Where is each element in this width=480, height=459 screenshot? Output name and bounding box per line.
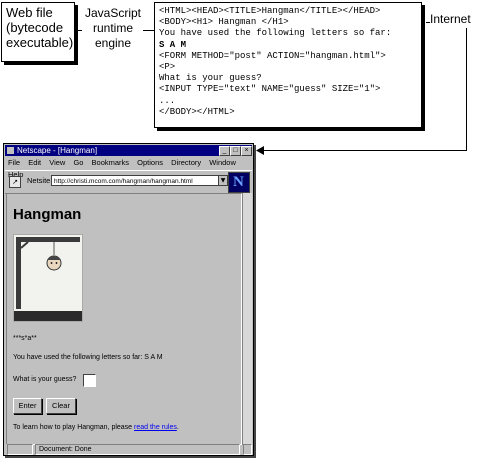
status-text: Document: Done <box>35 444 240 455</box>
html-output-box: <HTML><HEAD><TITLE>Hangman</TITLE></HEAD… <box>154 2 422 128</box>
menu-file[interactable]: File <box>8 158 20 167</box>
bookmark-icon[interactable]: ↗ <box>9 176 21 188</box>
code-line: What is your guess? <box>159 73 262 84</box>
connector-to-browser <box>262 150 467 151</box>
menu-bar: File Edit View Go Bookmarks Options Dire… <box>5 157 252 179</box>
app-icon <box>7 147 14 154</box>
runtime-engine-label: JavaScript runtime engine <box>82 6 144 51</box>
web-file-label-line-3: executable) <box>6 35 74 50</box>
code-line: ... <box>159 95 176 106</box>
connector-webfile-engine <box>76 30 82 31</box>
netscape-logo-icon: N <box>228 172 250 193</box>
engine-label-line-1: JavaScript <box>84 6 142 20</box>
page-title: Hangman <box>13 206 82 223</box>
internet-label: Internet <box>430 12 471 26</box>
chevron-down-icon[interactable]: ▼ <box>218 175 228 186</box>
clear-button[interactable]: Clear <box>46 398 76 414</box>
web-file-label-line-1: Web file <box>6 5 53 20</box>
close-button[interactable]: × <box>241 146 252 156</box>
code-line: <P> <box>159 62 176 73</box>
enter-button[interactable]: Enter <box>13 398 42 414</box>
minimize-button[interactable]: _ <box>219 146 230 156</box>
window-title: Netscape - [Hangman] <box>17 146 98 155</box>
engine-label-line-3: engine <box>94 36 132 50</box>
code-line: S A M <box>159 39 187 50</box>
connector-code-internet <box>426 22 430 23</box>
code-line: </BODY></HTML> <box>159 106 235 117</box>
guess-prompt: What is your guess? <box>13 376 77 383</box>
location-bar: ↗ Netsite: http://christi.mcom.com/hangm… <box>5 170 252 194</box>
code-line: You have used the following letters so f… <box>159 28 392 39</box>
rules-text: To learn how to play Hangman, please rea… <box>13 424 179 431</box>
code-line: <HTML><HEAD><TITLE>Hangman</TITLE></HEAD… <box>159 6 381 16</box>
status-mail-icon <box>243 444 252 455</box>
engine-label-line-2: runtime <box>92 21 133 35</box>
security-icon-cell <box>7 444 33 455</box>
menu-directory[interactable]: Directory <box>171 158 201 167</box>
maximize-button[interactable]: □ <box>230 146 241 156</box>
code-line: <BODY><H1> Hangman </H1> <box>159 17 289 28</box>
word-progress: ***s*a** <box>13 335 37 342</box>
rules-link[interactable]: read the rules <box>134 424 177 431</box>
connector-engine-code <box>143 30 154 31</box>
web-file-box: Web file (bytecode executable) <box>1 2 75 62</box>
browser-window: Netscape - [Hangman] _ □ × File Edit Vie… <box>3 143 254 456</box>
menu-go[interactable]: Go <box>73 158 83 167</box>
menu-view[interactable]: View <box>49 158 65 167</box>
status-bar: Document: Done <box>5 444 252 455</box>
menu-options[interactable]: Options <box>137 158 163 167</box>
web-file-label-line-2: (bytecode <box>6 20 64 35</box>
code-line: <INPUT TYPE="text" NAME="guess" SIZE="1"… <box>159 84 381 95</box>
connector-internet-down <box>466 28 467 150</box>
rules-prefix: To learn how to play Hangman, please <box>13 424 135 431</box>
browser-titlebar: Netscape - [Hangman] _ □ × <box>5 145 252 156</box>
hangman-gallows-image <box>13 234 83 322</box>
arrow-left-icon <box>256 146 264 155</box>
menu-window[interactable]: Window <box>209 158 236 167</box>
letters-used-text: You have used the following letters so f… <box>13 354 163 361</box>
code-line: <FORM METHOD="post" ACTION="hangman.html… <box>159 50 386 61</box>
location-label: Netsite: <box>27 176 53 185</box>
menu-bookmarks[interactable]: Bookmarks <box>92 158 130 167</box>
page-content: Hangman ***s*a** You have used the follo… <box>6 193 242 445</box>
vertical-scrollbar[interactable] <box>242 193 252 445</box>
rules-suffix: . <box>176 424 179 431</box>
menu-edit[interactable]: Edit <box>28 158 41 167</box>
guess-input[interactable] <box>83 374 96 387</box>
location-input[interactable]: http://christi.mcom.com/hangman/hangman.… <box>51 175 219 186</box>
